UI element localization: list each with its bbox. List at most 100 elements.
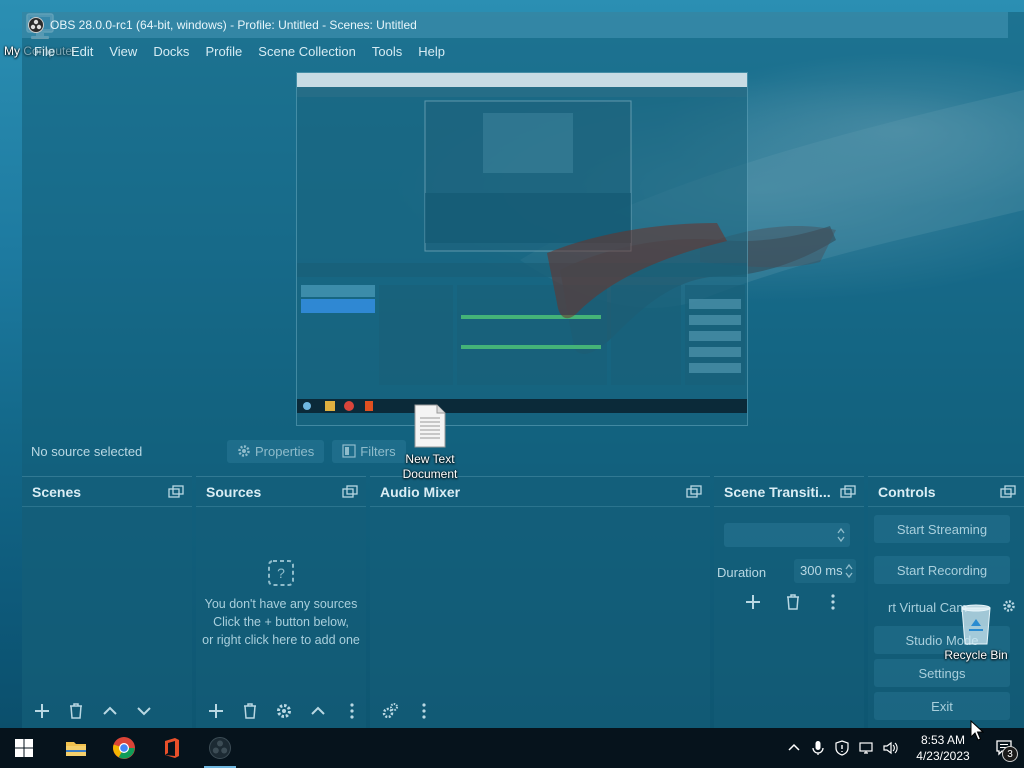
mixer-title: Audio Mixer: [380, 483, 461, 500]
move-scene-up-button[interactable]: [100, 701, 120, 721]
updown-arrows-icon: [837, 527, 845, 543]
volume-tray-button[interactable]: [878, 728, 902, 768]
mouse-cursor-icon: [970, 720, 984, 741]
action-center-button[interactable]: 3: [984, 728, 1024, 768]
trash-icon[interactable]: [784, 593, 802, 611]
menu-edit[interactable]: Edit: [63, 44, 101, 59]
title-bar[interactable]: OBS 28.0.0-rc1 (64-bit, windows) - Profi…: [22, 12, 1008, 38]
add-source-button[interactable]: [206, 701, 226, 721]
menu-scene-collection[interactable]: Scene Collection: [250, 44, 364, 59]
kebab-menu-icon: [350, 703, 354, 719]
taskbar-obs[interactable]: [196, 728, 244, 768]
mixer-menu-button[interactable]: [414, 701, 434, 721]
clock[interactable]: 8:53 AM 4/23/2023: [908, 732, 978, 764]
scenes-footer: [22, 694, 192, 728]
svg-text:?: ?: [277, 565, 285, 581]
sources-empty-state: ? You don't have any sources Click the +…: [196, 559, 366, 649]
recycle-bin-desktop-icon[interactable]: Recycle Bin: [940, 600, 1012, 663]
taskbar: 8:53 AM 4/23/2023 3: [0, 728, 1024, 768]
remove-source-button[interactable]: [240, 701, 260, 721]
taskbar-file-explorer[interactable]: [52, 728, 100, 768]
controls-title: Controls: [878, 483, 936, 500]
chrome-icon: [113, 737, 135, 759]
undock-icon[interactable]: [1000, 484, 1016, 500]
source-menu-button[interactable]: [342, 701, 362, 721]
trash-icon: [244, 703, 256, 719]
window-title: OBS 28.0.0-rc1 (64-bit, windows) - Profi…: [50, 18, 417, 32]
menu-view[interactable]: View: [101, 44, 145, 59]
properties-button[interactable]: Properties: [227, 439, 325, 463]
network-icon: [859, 742, 873, 754]
transition-buttons: [744, 593, 842, 611]
filters-button[interactable]: Filters: [332, 439, 406, 463]
menu-file[interactable]: File: [26, 44, 63, 59]
menu-tools[interactable]: Tools: [364, 44, 410, 59]
shield-warning-icon: [835, 740, 849, 756]
preview-thumbnail: [297, 73, 747, 413]
plus-icon[interactable]: [744, 593, 762, 611]
menu-docks[interactable]: Docks: [145, 44, 197, 59]
sources-dock-header: Sources: [196, 477, 366, 507]
preview-canvas[interactable]: [296, 72, 748, 426]
filters-label: Filters: [360, 443, 396, 459]
scenes-dock: Scenes: [22, 476, 192, 728]
plus-icon: [35, 704, 49, 718]
remove-scene-button[interactable]: [66, 701, 86, 721]
mixer-footer: [370, 694, 710, 728]
obs-app-icon: [28, 17, 44, 33]
add-scene-button[interactable]: [32, 701, 52, 721]
advanced-audio-button[interactable]: [380, 701, 400, 721]
undock-icon[interactable]: [840, 484, 856, 500]
sources-dock[interactable]: Sources ? You don't have any sources Cli…: [196, 476, 366, 728]
text-document-desktop-icon[interactable]: New Text Document: [396, 404, 464, 482]
transitions-dock-header: Scene Transiti...: [714, 477, 864, 507]
microphone-icon: [812, 741, 824, 755]
taskbar-office[interactable]: [148, 728, 196, 768]
plus-icon: [209, 704, 223, 718]
speaker-icon: [883, 741, 898, 755]
move-scene-down-button[interactable]: [134, 701, 154, 721]
settings-button[interactable]: Settings: [874, 659, 1010, 687]
properties-label: Properties: [255, 443, 315, 459]
clock-time: 8:53 AM: [920, 733, 966, 747]
audio-mixer-dock: Audio Mixer: [370, 476, 710, 728]
obs-window: OBS 28.0.0-rc1 (64-bit, windows) - Profi…: [22, 12, 1024, 728]
duration-label: Duration: [717, 565, 767, 580]
move-source-up-button[interactable]: [308, 701, 328, 721]
gear-icon: [238, 445, 250, 457]
trash-icon: [70, 703, 82, 719]
taskbar-chrome[interactable]: [100, 728, 148, 768]
menu-profile[interactable]: Profile: [197, 44, 250, 59]
text-file-icon: [414, 404, 446, 448]
scenes-dock-header: Scenes: [22, 477, 192, 507]
security-tray-button[interactable]: [830, 728, 854, 768]
updown-arrows-icon: [845, 563, 853, 579]
gears-icon: [382, 703, 398, 719]
menu-help[interactable]: Help: [410, 44, 453, 59]
kebab-menu-icon[interactable]: [824, 593, 842, 611]
transition-select[interactable]: [724, 523, 850, 547]
show-hidden-icons-button[interactable]: [782, 728, 806, 768]
transitions-title: Scene Transiti...: [724, 483, 831, 500]
source-properties-button[interactable]: [274, 701, 294, 721]
sources-title: Sources: [206, 483, 262, 500]
chevron-down-icon: [137, 707, 151, 716]
start-button[interactable]: [0, 728, 48, 768]
microphone-tray-button[interactable]: [806, 728, 830, 768]
duration-spinbox[interactable]: 300 ms: [794, 559, 856, 583]
undock-icon[interactable]: [168, 484, 184, 500]
recycle-bin-icon: [961, 604, 991, 645]
exit-button[interactable]: Exit: [874, 692, 1010, 720]
start-recording-button[interactable]: Start Recording: [874, 556, 1010, 584]
clock-date: 4/23/2023: [916, 749, 970, 763]
system-tray: 8:53 AM 4/23/2023 3: [782, 728, 1024, 768]
undock-icon[interactable]: [342, 484, 358, 500]
start-streaming-button[interactable]: Start Streaming: [874, 515, 1010, 543]
undock-icon[interactable]: [686, 484, 702, 500]
filter-icon: [342, 444, 356, 458]
kebab-menu-icon: [422, 703, 426, 719]
obs-icon: [209, 737, 231, 759]
network-tray-button[interactable]: [854, 728, 878, 768]
chevron-up-icon: [103, 706, 117, 715]
no-source-label: No source selected: [31, 443, 143, 459]
